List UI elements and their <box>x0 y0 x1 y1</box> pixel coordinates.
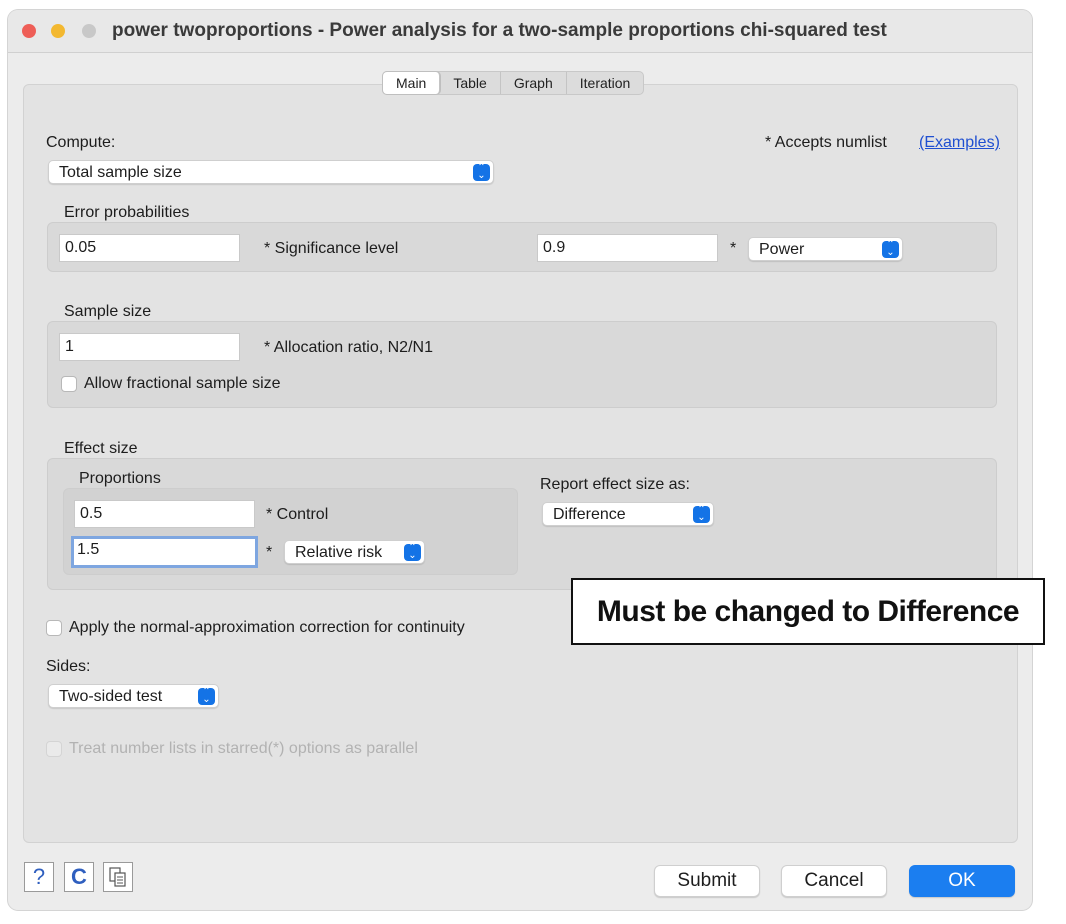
power-star: * <box>730 240 737 257</box>
zoom-window-button[interactable] <box>82 24 96 38</box>
proportions-title: Proportions <box>79 470 161 487</box>
sides-select[interactable]: Two-sided test ⌃ ⌄ <box>48 684 219 708</box>
control-label: * Control <box>266 506 329 523</box>
relative-risk-field[interactable]: 1.5 <box>71 536 258 568</box>
second-proportion-select[interactable]: Relative risk ⌃ ⌄ <box>284 540 425 564</box>
power-select-value: Power <box>759 241 805 258</box>
allocation-ratio-field[interactable]: 1 <box>59 333 240 361</box>
chevron-updown-icon: ⌃ ⌄ <box>693 505 710 523</box>
tab-graph[interactable]: Graph <box>501 72 567 94</box>
effect-size-title: Effect size <box>64 440 138 457</box>
annotation-callout: Must be changed to Difference <box>571 578 1045 645</box>
examples-link[interactable]: (Examples) <box>919 134 1000 152</box>
help-icon[interactable]: ? <box>24 862 54 892</box>
tab-bar: Main Table Graph Iteration <box>382 71 645 95</box>
compute-select-value: Total sample size <box>59 164 182 181</box>
reset-icon[interactable]: C <box>64 862 94 892</box>
compute-select[interactable]: Total sample size ⌃ ⌄ <box>48 160 494 184</box>
numlist-note: * Accepts numlist <box>765 134 887 151</box>
allocation-ratio-label: * Allocation ratio, N2/N1 <box>264 339 433 356</box>
tab-table[interactable]: Table <box>440 72 501 94</box>
report-effect-select-value: Difference <box>553 506 626 523</box>
copy-command-icon[interactable] <box>103 862 133 892</box>
chevron-updown-icon: ⌃ ⌄ <box>198 687 215 705</box>
fractional-sample-label: Allow fractional sample size <box>84 375 281 392</box>
chevron-updown-icon: ⌃ ⌄ <box>882 240 899 258</box>
error-probabilities-title: Error probabilities <box>64 204 190 221</box>
parallel-checkbox[interactable] <box>46 741 62 757</box>
power-select[interactable]: Power ⌃ ⌄ <box>748 237 903 261</box>
title-bar: power twoproportions - Power analysis fo… <box>8 10 1032 53</box>
sides-label: Sides: <box>46 658 91 675</box>
sample-size-title: Sample size <box>64 303 152 320</box>
submit-button[interactable]: Submit <box>654 865 760 897</box>
fractional-sample-checkbox[interactable] <box>61 376 77 392</box>
continuity-correction-checkbox[interactable] <box>46 620 62 636</box>
chevron-updown-icon: ⌃ ⌄ <box>404 543 421 561</box>
compute-label: Compute: <box>46 134 116 151</box>
window-title: power twoproportions - Power analysis fo… <box>112 20 887 41</box>
significance-level-field[interactable]: 0.05 <box>59 234 240 262</box>
tab-iteration[interactable]: Iteration <box>567 72 644 94</box>
parallel-label: Treat number lists in starred(*) options… <box>69 740 418 757</box>
significance-level-label: * Significance level <box>264 240 399 257</box>
dialog-window: power twoproportions - Power analysis fo… <box>8 10 1032 910</box>
close-window-button[interactable] <box>22 24 36 38</box>
power-field[interactable]: 0.9 <box>537 234 718 262</box>
report-effect-select[interactable]: Difference ⌃ ⌄ <box>542 502 714 526</box>
second-proportion-select-value: Relative risk <box>295 544 383 561</box>
report-effect-label: Report effect size as: <box>540 476 690 493</box>
tab-main[interactable]: Main <box>383 72 441 94</box>
control-proportion-field[interactable]: 0.5 <box>74 500 255 528</box>
ok-button[interactable]: OK <box>909 865 1015 897</box>
minimize-window-button[interactable] <box>51 24 65 38</box>
chevron-updown-icon: ⌃ ⌄ <box>473 163 490 181</box>
cancel-button[interactable]: Cancel <box>781 865 887 897</box>
continuity-correction-label: Apply the normal-approximation correctio… <box>69 619 465 636</box>
relative-risk-star: * <box>266 544 273 561</box>
sides-select-value: Two-sided test <box>59 688 163 705</box>
